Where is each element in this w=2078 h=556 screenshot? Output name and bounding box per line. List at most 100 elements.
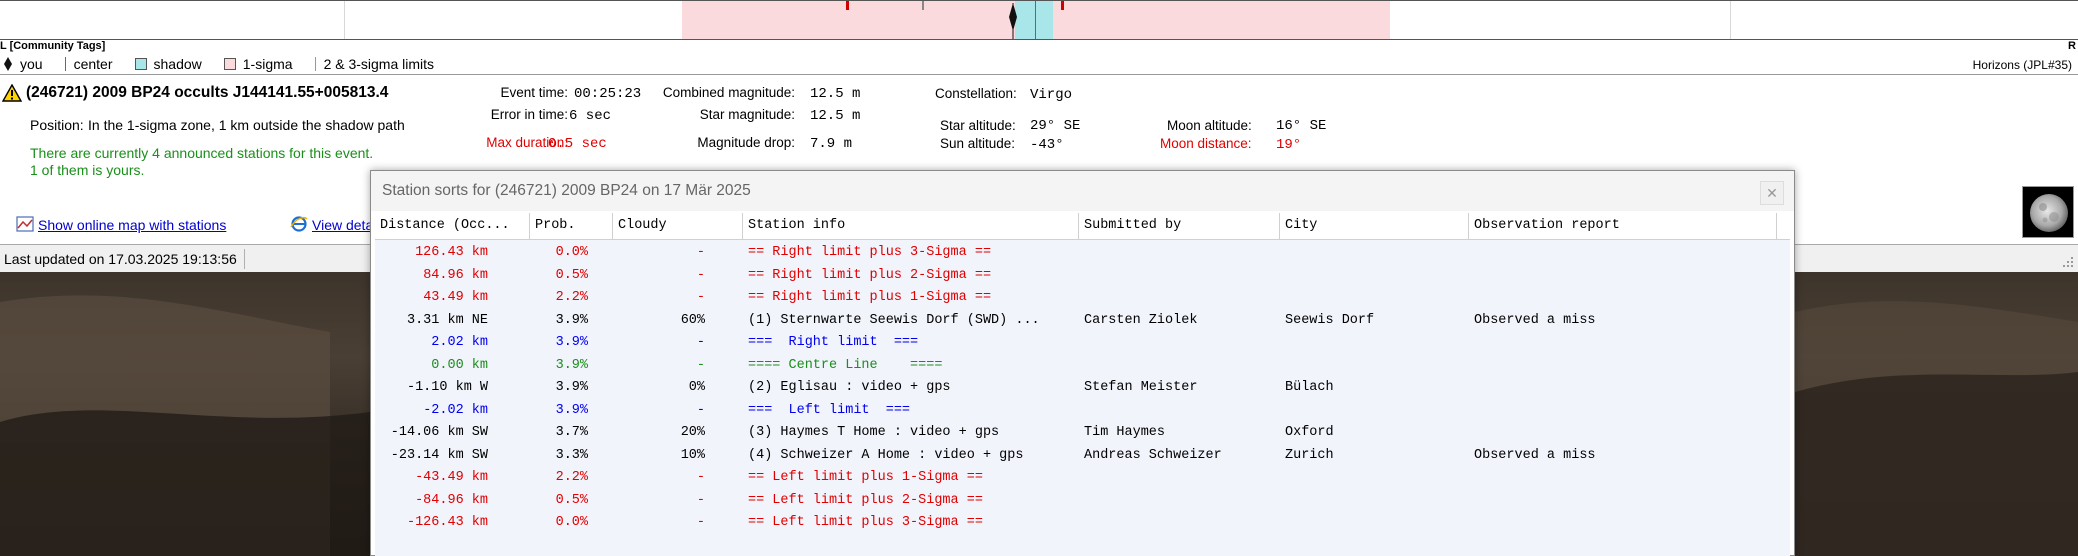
station-info-cell: === Left limit === xyxy=(748,402,911,418)
table-row[interactable]: 43.49 km 2.2% - == Right limit plus 1-Sigma… xyxy=(375,287,1790,310)
path-strip[interactable] xyxy=(0,0,2078,40)
submitted-by-cell: Carsten Ziolek xyxy=(1084,312,1198,328)
your-stations-text: 1 of them is yours. xyxy=(30,162,145,178)
probability-cell: 3.9% xyxy=(555,402,588,418)
star-magnitude-label: Star magnitude: xyxy=(699,107,795,122)
distance-cell: -43.49 km xyxy=(415,470,488,485)
table-row[interactable]: 2.02 km 3.9% - === Right limit === xyxy=(375,332,1790,355)
table-row[interactable]: -23.14 km SW 3.3% 10% (4) Schweizer A Home … xyxy=(375,445,1790,468)
center-line xyxy=(1035,1,1036,39)
table-row[interactable]: 84.96 km 0.5% - == Right limit plus 2-Sigma… xyxy=(375,265,1790,288)
table-row[interactable]: -1.10 km W 3.9% 0% (2) Eglisau : video + gp… xyxy=(375,377,1790,400)
submitted-by-cell: Tim Haymes xyxy=(1084,425,1166,440)
resize-grip-icon[interactable] xyxy=(2061,255,2075,269)
error-time-value: 6 sec xyxy=(568,108,611,124)
star-magnitude-value: 12.5 m xyxy=(810,108,861,124)
distance-cell: 126.43 km xyxy=(415,245,488,260)
column-header-submitted-by[interactable]: Submitted by xyxy=(1079,213,1280,240)
legend-center: center xyxy=(64,56,113,72)
probability-cell: 3.7% xyxy=(555,425,588,440)
city-cell xyxy=(1285,467,1468,490)
cloudy-cell: 20% xyxy=(680,425,705,440)
diamond-icon xyxy=(4,57,12,71)
station-info-cell: == Left limit plus 1-Sigma == xyxy=(748,470,983,485)
cloudy-cell: - xyxy=(696,492,705,508)
probability-cell: 2.2% xyxy=(555,290,588,305)
you-marker-icon xyxy=(1009,3,1017,39)
station-info-cell: (1) Sternwarte Seewis Dorf (SWD) ... xyxy=(748,312,1040,328)
distance-cell: -84.96 km xyxy=(415,492,488,508)
column-header-cloudy[interactable]: Cloudy xyxy=(613,213,743,240)
sun-altitude-label: Sun altitude: xyxy=(940,136,1016,151)
observation-report-cell xyxy=(1474,467,1774,490)
grid-line xyxy=(344,1,345,39)
legend: you center shadow 1-sigma 2 & 3-sigma li… xyxy=(4,55,456,73)
table-row[interactable]: -43.49 km 2.2% - == Left limit plus 1-Sigma… xyxy=(375,467,1790,490)
moon-altitude-value: 16° SE xyxy=(1276,118,1327,134)
ephemeris-label: Horizons (JPL#35) xyxy=(1972,58,2072,72)
moon-distance-label: Moon distance: xyxy=(1160,136,1252,151)
table-row[interactable]: -126.43 km 0.0% - == Left limit plus 3-Sigm… xyxy=(375,512,1790,535)
cloudy-cell: - xyxy=(696,357,705,373)
distance-cell: -23.14 km SW xyxy=(390,447,488,463)
legend-center-label: center xyxy=(73,56,113,72)
combined-magnitude-label: Combined magnitude: xyxy=(662,85,795,100)
legend-one-sigma-label: 1-sigma xyxy=(242,56,293,72)
view-details-link[interactable]: View deta xyxy=(312,217,373,233)
column-header-observation-report[interactable]: Observation report xyxy=(1469,213,1777,240)
column-header-city[interactable]: City xyxy=(1280,213,1469,240)
close-button[interactable]: ✕ xyxy=(1760,181,1784,205)
station-info-cell: == Right limit plus 3-Sigma == xyxy=(748,245,992,260)
distance-cell: -2.02 km xyxy=(423,402,488,418)
cloudy-cell: - xyxy=(696,402,705,418)
city-cell xyxy=(1285,242,1468,265)
city-cell: Bülach xyxy=(1285,380,1334,395)
submitted-by-cell xyxy=(1084,400,1279,423)
station-info-cell: == Left limit plus 3-Sigma == xyxy=(748,515,983,530)
legend-you: you xyxy=(4,56,43,72)
cloudy-cell: 60% xyxy=(680,312,705,328)
station-info-cell: == Left limit plus 2-Sigma == xyxy=(748,492,983,508)
submitted-by-cell: Stefan Meister xyxy=(1084,380,1198,395)
probability-cell: 0.5% xyxy=(555,492,588,508)
browser-icon[interactable] xyxy=(290,216,308,232)
map-icon[interactable] xyxy=(16,216,34,232)
submitted-by-cell xyxy=(1084,332,1279,355)
grid-line xyxy=(1730,1,1731,39)
probability-cell: 0.0% xyxy=(555,245,588,260)
column-header-probability[interactable]: Prob. xyxy=(530,213,613,240)
distance-cell: 84.96 km xyxy=(423,267,488,283)
station-sorts-dialog: Station sorts for (246721) 2009 BP24 on … xyxy=(370,170,1795,556)
close-icon: ✕ xyxy=(1766,184,1778,201)
divider xyxy=(0,74,2078,75)
table-row[interactable]: -2.02 km 3.9% - === Left limit === xyxy=(375,400,1790,423)
station-info-cell: (3) Haymes T Home : video + gps xyxy=(748,425,1000,440)
moon-icon xyxy=(2022,186,2074,238)
table-row[interactable]: 126.43 km 0.0% - == Right limit plus 3-Sigm… xyxy=(375,242,1790,265)
sigma-limit-tick xyxy=(1061,1,1064,10)
city-cell xyxy=(1285,355,1468,378)
probability-cell: 3.9% xyxy=(555,312,588,328)
city-cell xyxy=(1285,512,1468,535)
table-row[interactable]: 0.00 km 3.9% - ==== Centre Line ==== xyxy=(375,355,1790,378)
table-row[interactable]: -84.96 km 0.5% - == Left limit plus 2-Sigma… xyxy=(375,490,1790,513)
cloudy-cell: - xyxy=(696,470,705,485)
city-cell xyxy=(1285,287,1468,310)
column-header-distance[interactable]: Distance (Occ... xyxy=(375,213,530,240)
submitted-by-cell xyxy=(1084,287,1279,310)
sigma-limit-tick xyxy=(846,1,849,10)
table-row[interactable]: -14.06 km SW 3.7% 20% (3) Haymes T Home : v… xyxy=(375,422,1790,445)
status-divider xyxy=(244,249,245,269)
submitted-by-cell xyxy=(1084,265,1279,288)
column-header-station-info[interactable]: Station info xyxy=(743,213,1079,240)
dialog-titlebar[interactable]: Station sorts for (246721) 2009 BP24 on … xyxy=(371,171,1794,211)
position-value: In the 1-sigma zone, 1 km outside the sh… xyxy=(88,117,405,133)
distance-cell: 43.49 km xyxy=(423,290,488,305)
event-title: (246721) 2009 BP24 occults J144141.55+00… xyxy=(26,84,389,101)
submitted-by-cell: Andreas Schweizer xyxy=(1084,447,1222,463)
table-row[interactable]: 3.31 km NE 3.9% 60% (1) Sternwarte Seewis D… xyxy=(375,310,1790,333)
show-map-link[interactable]: Show online map with stations xyxy=(38,217,226,233)
probability-cell: 3.9% xyxy=(555,380,588,395)
grey-line-icon xyxy=(314,57,316,71)
warning-icon xyxy=(2,84,22,102)
